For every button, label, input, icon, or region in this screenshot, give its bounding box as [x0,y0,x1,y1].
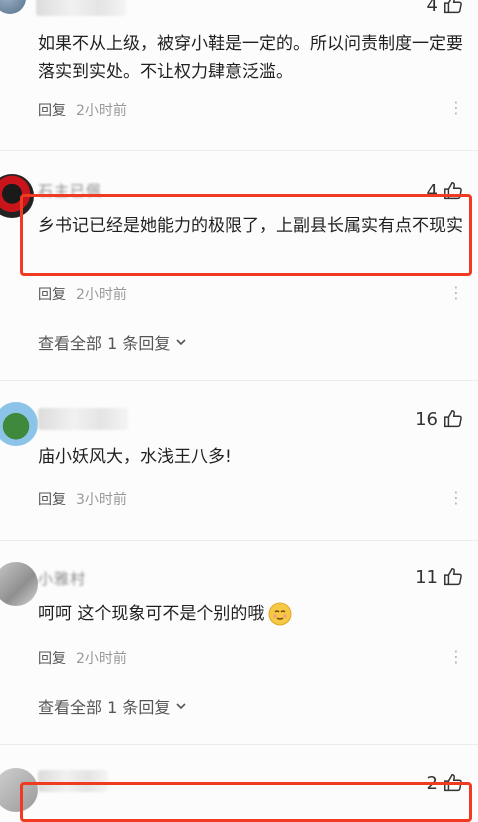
chevron-down-icon [176,703,186,710]
avatar[interactable] [0,402,38,446]
thumb-up-icon [444,0,462,14]
comment-meta: 回复 2小时前 [38,100,127,120]
like-count: 11 [415,566,438,588]
comment-text-content: 呵呵 这个现象可不是个别的哦 [38,604,265,624]
chevron-down-icon [176,339,186,346]
more-icon[interactable]: ⋮ [448,488,464,507]
view-all-label: 查看全部 1 条回复 [38,698,171,717]
view-all-replies-button[interactable]: 查看全部 1 条回复 [38,330,188,354]
reply-button[interactable]: 回复 [38,489,66,509]
timestamp: 2小时前 [76,651,127,667]
divider [0,744,478,745]
divider [0,150,478,151]
comment-text: 如果不从上级，被穿小鞋是一定的。所以问责制度一定要落实到实处。不让权力肆意泛滥。 [38,34,463,82]
avatar[interactable] [0,0,26,14]
comment-text: 乡书记已经是她能力的极限了，上副县长属实有点不现实 [38,216,463,236]
divider [0,380,478,381]
user-name[interactable] [38,408,128,430]
comment-text: 呵呵 这个现象可不是个别的哦 [38,600,468,628]
thumb-up-icon [444,568,462,586]
user-name[interactable] [36,0,126,16]
like-count: 16 [415,408,438,430]
reply-button[interactable]: 回复 [38,284,66,304]
view-all-replies-button[interactable]: 查看全部 1 条回复 [38,694,188,718]
more-icon[interactable]: ⋮ [448,98,464,117]
like-count: 4 [426,0,438,16]
comment-meta: 回复 2小时前 [38,284,127,304]
timestamp: 2小时前 [76,103,127,119]
comment-meta: 回复 2小时前 [38,648,127,668]
timestamp: 3小时前 [76,492,127,508]
like-button[interactable]: 16 [415,408,464,430]
comment-meta: 回复 3小时前 [38,489,127,509]
like-button[interactable]: 4 [427,0,464,16]
more-icon[interactable]: ⋮ [448,283,464,302]
more-icon[interactable]: ⋮ [448,647,464,666]
user-name[interactable]: 小雅村 [38,568,86,589]
comment-text: 庙小妖风大，水浅王八多! [38,447,232,467]
like-button[interactable]: 11 [415,566,464,588]
emoji-icon [268,602,292,626]
thumb-up-icon [444,410,462,428]
reply-button[interactable]: 回复 [38,648,66,668]
avatar[interactable] [0,562,38,606]
divider [0,540,478,541]
view-all-label: 查看全部 1 条回复 [38,334,171,353]
reply-button[interactable]: 回复 [38,100,66,120]
highlight-box [20,782,472,822]
timestamp: 2小时前 [76,287,127,303]
